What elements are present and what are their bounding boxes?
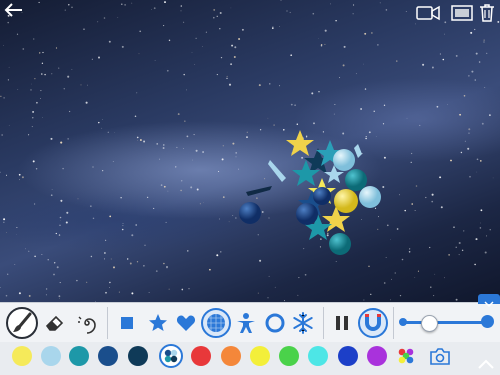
- chevron-up-icon[interactable]: [477, 358, 495, 370]
- collapse-toolbar-button[interactable]: [478, 294, 500, 308]
- heart-icon: [176, 315, 196, 331]
- color-swatch-multi-blue[interactable]: [159, 344, 183, 368]
- square-icon: [121, 317, 133, 329]
- drawing-canvas[interactable]: [0, 0, 500, 302]
- color-swatch[interactable]: [250, 346, 270, 366]
- shape-heart-button[interactable]: [171, 308, 201, 338]
- shape-sliver: [354, 144, 362, 158]
- color-swatch[interactable]: [367, 346, 387, 366]
- color-swatch[interactable]: [338, 346, 358, 366]
- ring-icon: [265, 313, 285, 333]
- shape-star-button[interactable]: [143, 308, 173, 338]
- shape-sliver: [268, 160, 286, 182]
- pause-icon: [336, 316, 348, 330]
- color-swatch[interactable]: [12, 346, 32, 366]
- shape-sliver: [246, 186, 272, 196]
- trash-icon[interactable]: [477, 3, 497, 23]
- shape-sphere: [333, 149, 355, 171]
- scene-objects: [239, 130, 381, 255]
- swirl-icon: [78, 316, 96, 334]
- color-swatch-rainbow[interactable]: [396, 346, 416, 366]
- shape-sphere: [296, 203, 318, 225]
- star-icon: [149, 314, 167, 331]
- color-swatch[interactable]: [191, 346, 211, 366]
- sphere-grid-icon: [207, 314, 225, 332]
- color-swatch[interactable]: [98, 346, 118, 366]
- shape-sphere: [345, 169, 367, 191]
- shape-square-button[interactable]: [112, 308, 142, 338]
- back-arrow-icon[interactable]: [2, 0, 26, 20]
- shape-sphere: [313, 187, 331, 205]
- swirl-tool[interactable]: [72, 308, 102, 338]
- shape-sphere: [329, 233, 351, 255]
- shape-sphere-button[interactable]: [201, 308, 231, 338]
- eraser-icon: [45, 315, 64, 331]
- shape-star: [286, 130, 314, 156]
- color-swatch[interactable]: [41, 346, 61, 366]
- eraser-tool[interactable]: [40, 308, 70, 338]
- shape-sphere: [334, 189, 358, 213]
- magnet-icon: [365, 314, 381, 331]
- size-slider-knob[interactable]: [421, 315, 439, 332]
- magnet-button[interactable]: [358, 308, 388, 338]
- chevron-down-icon: [484, 301, 494, 308]
- shape-ring-button[interactable]: [260, 308, 290, 338]
- brush-icon: [13, 312, 32, 332]
- snowflake-icon: [293, 312, 313, 334]
- color-swatch[interactable]: [279, 346, 299, 366]
- person-icon: [237, 313, 255, 333]
- color-swatch[interactable]: [128, 346, 148, 366]
- color-swatch[interactable]: [308, 346, 328, 366]
- shape-snowflake-button[interactable]: [288, 308, 318, 338]
- color-swatch[interactable]: [221, 346, 241, 366]
- size-max-dot: [481, 315, 494, 328]
- pause-button[interactable]: [327, 308, 357, 338]
- size-slider-track[interactable]: [404, 321, 486, 324]
- background-image-icon[interactable]: [450, 3, 474, 23]
- camera-icon[interactable]: [429, 348, 451, 366]
- video-camera-icon[interactable]: [416, 3, 440, 23]
- brush-tool[interactable]: [6, 307, 38, 339]
- shape-sphere: [239, 202, 261, 224]
- shape-person-button[interactable]: [231, 308, 261, 338]
- color-swatch[interactable]: [69, 346, 89, 366]
- shape-sphere: [359, 186, 381, 208]
